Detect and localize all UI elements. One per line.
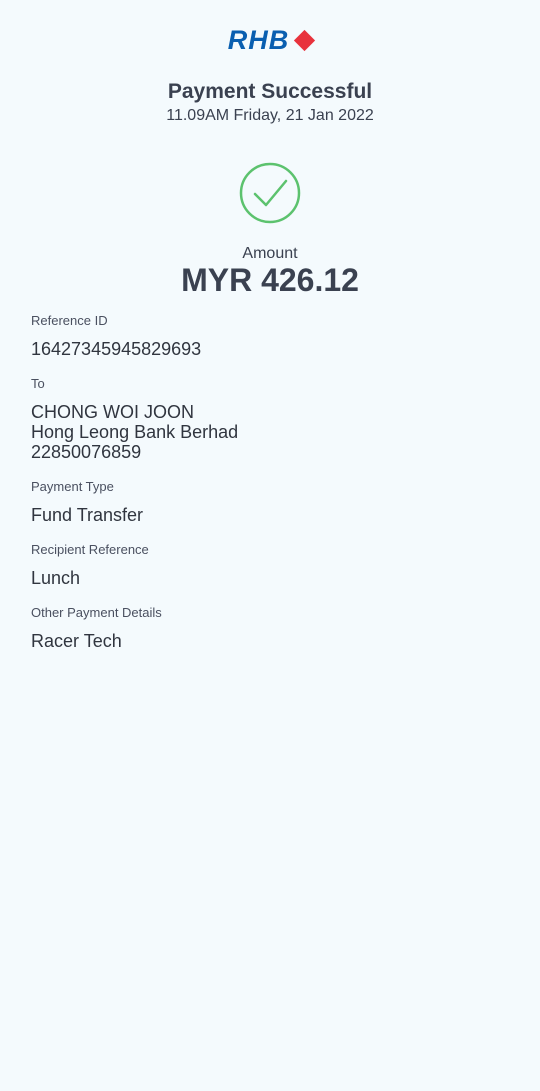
recipient-reference-value: Lunch [31, 568, 81, 588]
payment-type-value: Fund Transfer [31, 505, 144, 525]
recipient-name: CHONG WOI JOON [31, 402, 194, 422]
diamond-icon [294, 29, 316, 51]
page-title: Payment Successful [167, 80, 373, 103]
payment-type-label: Payment Type [31, 479, 114, 494]
logo-text: RHB [227, 25, 290, 55]
rhb-logo: RHB [227, 25, 316, 55]
payment-details: Reference ID 16427345945829693 To CHONG … [31, 313, 511, 668]
reference-id-label: Reference ID [31, 313, 108, 328]
other-payment-details-field: Other Payment Details Racer Tech [31, 605, 511, 651]
amount-value: MYR 426.12 [181, 262, 359, 298]
recipient-reference-label: Recipient Reference [31, 542, 149, 557]
payment-type-field: Payment Type Fund Transfer [31, 479, 511, 525]
other-payment-details-label: Other Payment Details [31, 605, 162, 620]
recipient-field: To CHONG WOI JOON Hong Leong Bank Berhad… [31, 376, 511, 462]
recipient-account: 22850076859 [31, 442, 142, 462]
reference-id-field: Reference ID 16427345945829693 [31, 313, 511, 359]
to-label: To [31, 376, 45, 391]
recipient-info: CHONG WOI JOON Hong Leong Bank Berhad 22… [31, 402, 511, 462]
other-payment-details-value: Racer Tech [31, 631, 122, 651]
header: RHB [0, 26, 540, 54]
check-circle-icon [239, 162, 301, 224]
transaction-datetime: 11.09AM Friday, 21 Jan 2022 [166, 107, 374, 124]
amount-label: Amount [242, 245, 298, 262]
recipient-bank: Hong Leong Bank Berhad [31, 422, 239, 442]
recipient-reference-field: Recipient Reference Lunch [31, 542, 511, 588]
reference-id-value: 16427345945829693 [31, 339, 202, 359]
